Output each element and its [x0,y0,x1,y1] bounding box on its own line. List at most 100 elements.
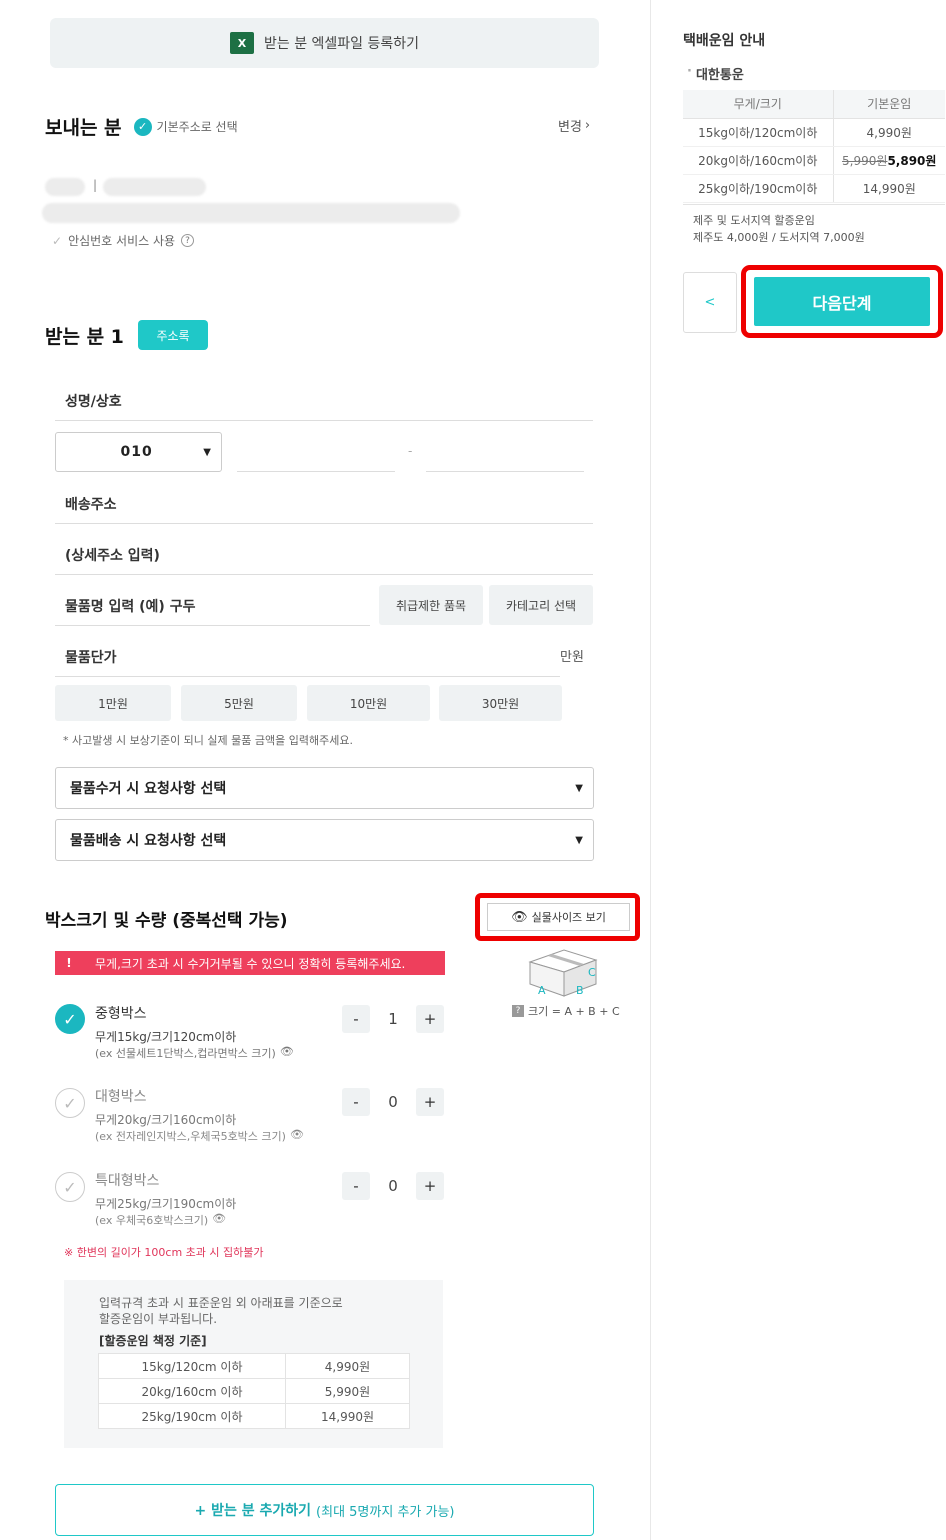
box-check-xlarge[interactable]: ✓ [55,1172,85,1202]
change-label: 변경 [558,120,582,135]
qty-plus-button[interactable]: + [416,1172,444,1200]
add-recipient-label: + 받는 분 추가하기 [194,1503,312,1519]
box-example-xlarge: (ex 우체국6호박스크기) 👁 [95,1212,226,1228]
column-header: 기본운임 [832,90,945,119]
surcharge-title: [할증운임 책정 기준] [99,1334,207,1348]
qty-plus-button[interactable]: + [416,1088,444,1116]
pickup-request-value: 물품수거 시 요청사항 선택 [70,781,227,797]
phone-middle-input[interactable] [237,471,395,472]
rate-panel-title: 택배운임 안내 [683,33,766,49]
bullet-icon: · [687,64,692,79]
delivery-request-value: 물품배송 시 요청사항 선택 [70,833,227,849]
item-name-input[interactable]: 물품명 입력 (예) 구두 [55,586,370,626]
table-row: 25kg이하/190cm이하 14,990원 [683,174,945,203]
eye-icon[interactable]: 👁 [290,1128,304,1144]
carrier-label: 대한통운 [695,68,744,83]
price-unit: 만원 [560,650,584,665]
default-address-toggle[interactable]: ✓ 기본주소로 선택 [133,117,238,136]
help-icon[interactable]: ? [181,234,195,247]
qty-minus-button[interactable]: - [342,1088,370,1116]
help-icon[interactable]: ? [512,1005,524,1017]
eye-icon[interactable]: 👁 [280,1045,294,1061]
table-row: 15kg이하/120cm이하 4,990원 [683,118,945,147]
box-section-title: 박스크기 및 수량 (중복선택 가능) [45,911,288,931]
address-input[interactable]: 배송주소 [55,484,593,524]
actual-size-button[interactable]: 👁 실물사이즈 보기 [487,903,630,931]
phone-last-input[interactable] [426,471,584,472]
box-example-text: (ex 전자레인지박스,우체국5호박스 크기) [95,1130,286,1143]
qty-minus-button[interactable]: - [342,1172,370,1200]
qty-minus-button[interactable]: - [342,1005,370,1033]
sender-change-link[interactable]: 변경 › [558,116,590,135]
island-surcharge-title: 제주 및 도서지역 할증운임 [693,214,815,227]
surcharge-price: 14,990원 [285,1403,410,1429]
default-address-label: 기본주소로 선택 [156,120,238,134]
eye-icon[interactable]: 👁 [212,1212,226,1228]
chevron-down-icon: ▼ [575,834,583,846]
back-button[interactable]: < [683,272,737,333]
surcharge-price: 5,990원 [285,1378,410,1404]
box-spec-medium: 무게15kg/크기120cm이하 [95,1030,237,1044]
pickup-request-select[interactable]: 물품수거 시 요청사항 선택 ▼ [55,767,594,809]
chevron-down-icon: ▼ [203,446,211,458]
carrier-name: · 대한통운 [687,64,744,83]
surcharge-size: 15kg/120cm 이하 [98,1353,286,1379]
chevron-down-icon: ▼ [575,782,583,794]
column-header: 무게/크기 [683,90,833,119]
restricted-items-button[interactable]: 취급제한 품목 [379,585,483,625]
name-input[interactable]: 성명/상호 [55,381,593,421]
box-example-text: (ex 선물세트1단박스,컵라면박스 크기) [95,1047,276,1060]
surcharge-note: 입력규격 초과 시 표준운임 외 아래표를 기준으로 할증운임이 부과됩니다. [99,1296,343,1326]
qty-plus-button[interactable]: + [416,1005,444,1033]
check-icon: ✓ [133,117,152,136]
warning-icon: ! [66,956,72,970]
delivery-request-select[interactable]: 물품배송 시 요청사항 선택 ▼ [55,819,594,861]
box-spec-xlarge: 무게25kg/크기190cm이하 [95,1197,237,1211]
rate-price: 14,990원 [832,174,945,203]
safe-number-label: 안심번호 서비스 사용 [68,234,176,248]
rate-price: 5,890원 [887,153,937,168]
recipient-title: 받는 분 1 [45,326,124,348]
price-preset-5[interactable]: 5만원 [181,685,297,721]
diagram-label-c: C [588,966,596,979]
excel-upload-button[interactable]: X 받는 분 엑셀파일 등록하기 [50,18,599,68]
next-step-button[interactable]: 다음단계 [754,277,930,326]
table-row: 20kg/160cm 이하 5,990원 [98,1378,410,1404]
box-check-large[interactable]: ✓ [55,1088,85,1118]
table-row: 20kg이하/160cm이하 5,990원5,890원 [683,146,945,175]
excel-icon: X [229,32,254,54]
phone-prefix-select[interactable]: 010 ▼ [55,432,222,472]
category-select-button[interactable]: 카테고리 선택 [489,585,593,625]
surcharge-panel: 입력규격 초과 시 표준운임 외 아래표를 기준으로 할증운임이 부과됩니다. … [64,1280,443,1448]
add-recipient-button[interactable]: + 받는 분 추가하기 (최대 5명까지 추가 가능) [55,1484,594,1536]
box-check-medium[interactable]: ✓ [55,1004,85,1034]
rate-panel: 택배운임 안내 · 대한통운 무게/크기 기본운임 15kg이하/120cm이하… [651,0,946,1540]
table-row: 15kg/120cm 이하 4,990원 [98,1353,410,1379]
eye-icon: 👁 [511,909,528,925]
qty-value[interactable]: 0 [378,1177,408,1195]
price-preset-1[interactable]: 1만원 [55,685,171,721]
box-diagram-icon: A B C [528,949,598,997]
phone-dash: - [408,444,413,458]
sender-title: 보내는 분 [45,117,122,139]
order-form: X 받는 분 엑셀파일 등록하기 보내는 분 ✓ 기본주소로 선택 변경 › |… [0,0,650,1540]
safe-number-option[interactable]: ✓ 안심번호 서비스 사용 ? [52,232,195,249]
qty-value[interactable]: 0 [378,1093,408,1111]
table-header-row: 무게/크기 기본운임 [683,90,945,119]
sender-header: 보내는 분 ✓ 기본주소로 선택 [45,113,238,140]
qty-stepper-large: - 0 + [342,1088,444,1116]
price-note: * 사고발생 시 보상기준이 되니 실제 물품 금액을 입력해주세요. [63,734,353,747]
address-book-button[interactable]: 주소록 [138,320,208,350]
item-price-input[interactable]: 물품단가 [55,637,560,677]
add-recipient-sub: (최대 5명까지 추가 가능) [316,1504,455,1520]
rate-divider [683,204,945,205]
qty-value[interactable]: 1 [378,1010,408,1028]
length-note: ※ 한변의 길이가 100cm 초과 시 집하불가 [64,1246,264,1259]
price-preset-30[interactable]: 30만원 [439,685,562,721]
price-preset-10[interactable]: 10만원 [307,685,430,721]
rate-old-price: 5,990원 [842,153,888,168]
address-detail-input[interactable]: (상세주소 입력) [55,535,593,575]
surcharge-table: 15kg/120cm 이하 4,990원 20kg/160cm 이하 5,990… [98,1353,410,1429]
box-name-xlarge: 특대형박스 [95,1173,160,1189]
rate-size: 25kg이하/190cm이하 [683,174,833,203]
